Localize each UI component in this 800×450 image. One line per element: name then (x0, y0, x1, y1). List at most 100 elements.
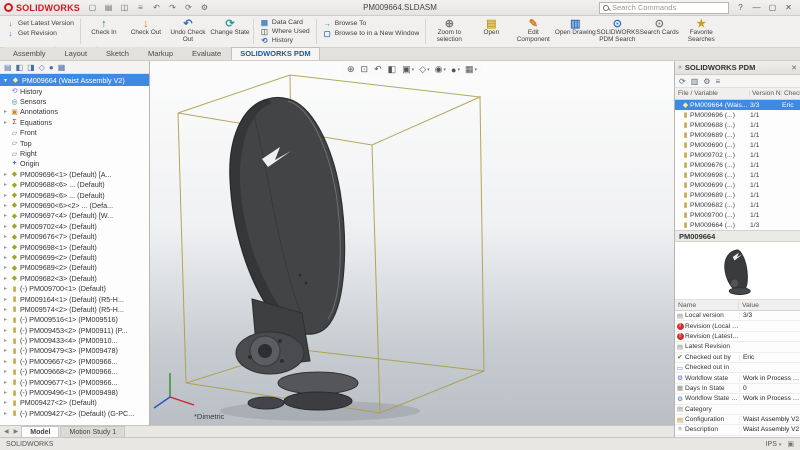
previous-view-icon[interactable]: ↶ (373, 64, 384, 75)
column-header[interactable]: Value (739, 302, 800, 309)
expand-arrow-icon[interactable] (2, 368, 9, 375)
expand-arrow-icon[interactable] (2, 212, 9, 219)
tree-item[interactable]: PM009689<2> (Default) (2, 263, 149, 273)
pdm-file-row[interactable]: PM009688 (...) 1/1 (675, 120, 800, 130)
pdm-file-row[interactable]: PM009682 (...) 1/1 (675, 200, 800, 210)
command-tab[interactable]: Layout (56, 47, 97, 60)
expand-arrow-icon[interactable] (2, 233, 9, 240)
tree-item[interactable]: Annotations (2, 107, 149, 117)
new-file-icon[interactable]: ▢ (86, 2, 99, 14)
column-header[interactable]: Name (675, 302, 739, 309)
pdm-file-row[interactable]: PM009698 (...) 1/1 (675, 170, 800, 180)
columns-icon[interactable]: ▥ (691, 77, 699, 86)
pdm-file-row[interactable]: PM009676 (...) 1/1 (675, 160, 800, 170)
tree-root-item[interactable]: ▾ PM009664 (Waist Assembly V2) (0, 74, 149, 86)
ribbon-small-button[interactable]: ◫ Where Used (258, 27, 312, 36)
pdm-file-row[interactable]: PM009699 (...) 1/1 (675, 180, 800, 190)
detail-row[interactable]: Category (675, 405, 800, 415)
close-icon[interactable]: ✕ (791, 64, 797, 72)
tree-item[interactable]: PM009699<2> (Default) (2, 252, 149, 262)
ribbon-button[interactable]: ⟳ Change State (209, 17, 251, 46)
ribbon-button[interactable]: ▥ Open Drawing (554, 17, 596, 46)
minimize-icon[interactable]: — (749, 1, 764, 14)
help-icon[interactable]: ? (733, 1, 748, 14)
detail-row[interactable]: Revision (Latest vers... (675, 332, 800, 342)
display-manager-tab-icon[interactable]: ● (49, 63, 54, 72)
list-icon[interactable]: ≡ (715, 77, 720, 86)
tree-item[interactable]: PM009702<4> (Default) (2, 221, 149, 231)
pdm-file-row[interactable]: PM009702 (...) 1/1 (675, 150, 800, 160)
tree-item[interactable]: PM009682<3> (Default) (2, 273, 149, 283)
save-icon[interactable]: ◫ (118, 2, 131, 14)
tree-item[interactable]: PM009688<6> ... (Default) (2, 180, 149, 190)
ribbon-small-button[interactable]: ↓ Get Revision (4, 28, 76, 38)
zoom-fit-icon[interactable]: ⊕ (346, 64, 357, 75)
detail-row[interactable]: Latest Revision (675, 342, 800, 352)
tree-item[interactable]: PM009697<4> (Default) [W... (2, 211, 149, 221)
tree-item[interactable]: (-) PM009453<2> (PM00911) (P... (2, 325, 149, 335)
tree-item[interactable]: PM009676<7> (Default) (2, 231, 149, 241)
expand-arrow-icon[interactable] (2, 202, 9, 209)
expand-statusbar-icon[interactable]: ▣ (787, 440, 794, 448)
document-tab[interactable]: Model (21, 426, 59, 437)
expand-arrow-icon[interactable] (2, 275, 9, 282)
tree-item[interactable]: (-) PM009496<1> (PM009498) (2, 387, 149, 397)
tree-item[interactable]: PM009689<6> ... (Default) (2, 190, 149, 200)
tree-item[interactable]: PM009427<2> (Default) (2, 398, 149, 408)
ribbon-button[interactable]: ▤ Open (470, 17, 512, 46)
column-header[interactable]: Version Number (750, 90, 782, 97)
tree-item[interactable]: (-) PM009479<3> (PM009478) (2, 346, 149, 356)
expand-arrow-icon[interactable] (2, 316, 9, 323)
ribbon-button[interactable]: ⊙ SOLIDWORKS PDM Search (596, 17, 638, 46)
units-selector[interactable]: IPS ▾ (766, 441, 782, 448)
configuration-tab-icon[interactable]: ◨ (27, 63, 35, 72)
command-tab[interactable]: Sketch (97, 47, 138, 60)
tree-item[interactable]: Sensors (2, 96, 149, 106)
command-tab[interactable]: Markup (139, 47, 182, 60)
expand-arrow-icon[interactable] (2, 223, 9, 230)
detail-row[interactable]: Checked out in (675, 363, 800, 373)
view-orientation-icon[interactable]: ▣▾ (401, 64, 415, 75)
expand-arrow-icon[interactable] (2, 244, 9, 251)
edit-appearance-icon[interactable]: ●▾ (450, 65, 461, 75)
expand-arrow-icon[interactable] (2, 264, 9, 271)
expand-arrow-icon[interactable] (2, 399, 9, 406)
tree-item[interactable]: (-) PM009700<1> (Default) (2, 283, 149, 293)
column-header[interactable]: File / Variable (675, 90, 750, 97)
section-view-icon[interactable]: ◧ (387, 64, 399, 75)
tree-item[interactable]: PM009690<6><2> ... (Defa... (2, 200, 149, 210)
tree-item[interactable]: PM009696<1> (Default) [A... (2, 169, 149, 179)
expand-arrow-icon[interactable] (2, 171, 9, 178)
dimxpert-tab-icon[interactable]: ◇ (39, 63, 45, 72)
tree-item[interactable]: (-) PM009433<4> (PM00910... (2, 335, 149, 345)
expand-arrow-icon[interactable] (2, 285, 9, 292)
expand-arrow-icon[interactable] (2, 108, 9, 115)
options-icon[interactable]: ⚙ (198, 2, 211, 14)
tree-item[interactable]: Equations (2, 117, 149, 127)
tab-scroll-right-icon[interactable]: ▶ (12, 428, 21, 435)
expand-arrow-icon[interactable] (2, 347, 9, 354)
detail-row[interactable]: Checked out by Eric (675, 353, 800, 363)
apply-scene-icon[interactable]: ▦▾ (464, 64, 478, 75)
zoom-area-icon[interactable]: ⊡ (360, 64, 371, 75)
maximize-icon[interactable]: ▢ (765, 1, 780, 14)
ribbon-button[interactable]: ↑ Check In (83, 17, 125, 46)
tree-item[interactable]: PM009698<1> (Default) (2, 242, 149, 252)
ribbon-small-button[interactable]: → Browse To (321, 18, 422, 28)
print-icon[interactable]: ≡ (134, 2, 147, 14)
expand-arrow-icon[interactable] (2, 181, 9, 188)
expand-arrow-icon[interactable] (2, 389, 9, 396)
tree-item[interactable]: Front (2, 128, 149, 138)
pdm-file-row[interactable]: PM009664 (Wais... 3/3 Eric (675, 100, 800, 110)
expand-arrow-icon[interactable] (2, 379, 9, 386)
detail-row[interactable]: Revision (Local versi... (675, 321, 800, 331)
pdm-tab-icon[interactable]: ▦ (58, 63, 66, 72)
featuremanager-tab-icon[interactable]: ▤ (4, 63, 12, 72)
expand-arrow-icon[interactable] (2, 358, 9, 365)
tree-item[interactable]: Top (2, 138, 149, 148)
ribbon-button[interactable]: ↓ Check Out (125, 17, 167, 46)
tree-item[interactable]: History (2, 86, 149, 96)
detail-row[interactable]: Local version 3/3 (675, 311, 800, 321)
pdm-file-row[interactable]: PM009689 (...) 1/1 (675, 130, 800, 140)
tree-item[interactable]: (-) PM009427<2> (Default) (G-PC... (2, 408, 149, 418)
